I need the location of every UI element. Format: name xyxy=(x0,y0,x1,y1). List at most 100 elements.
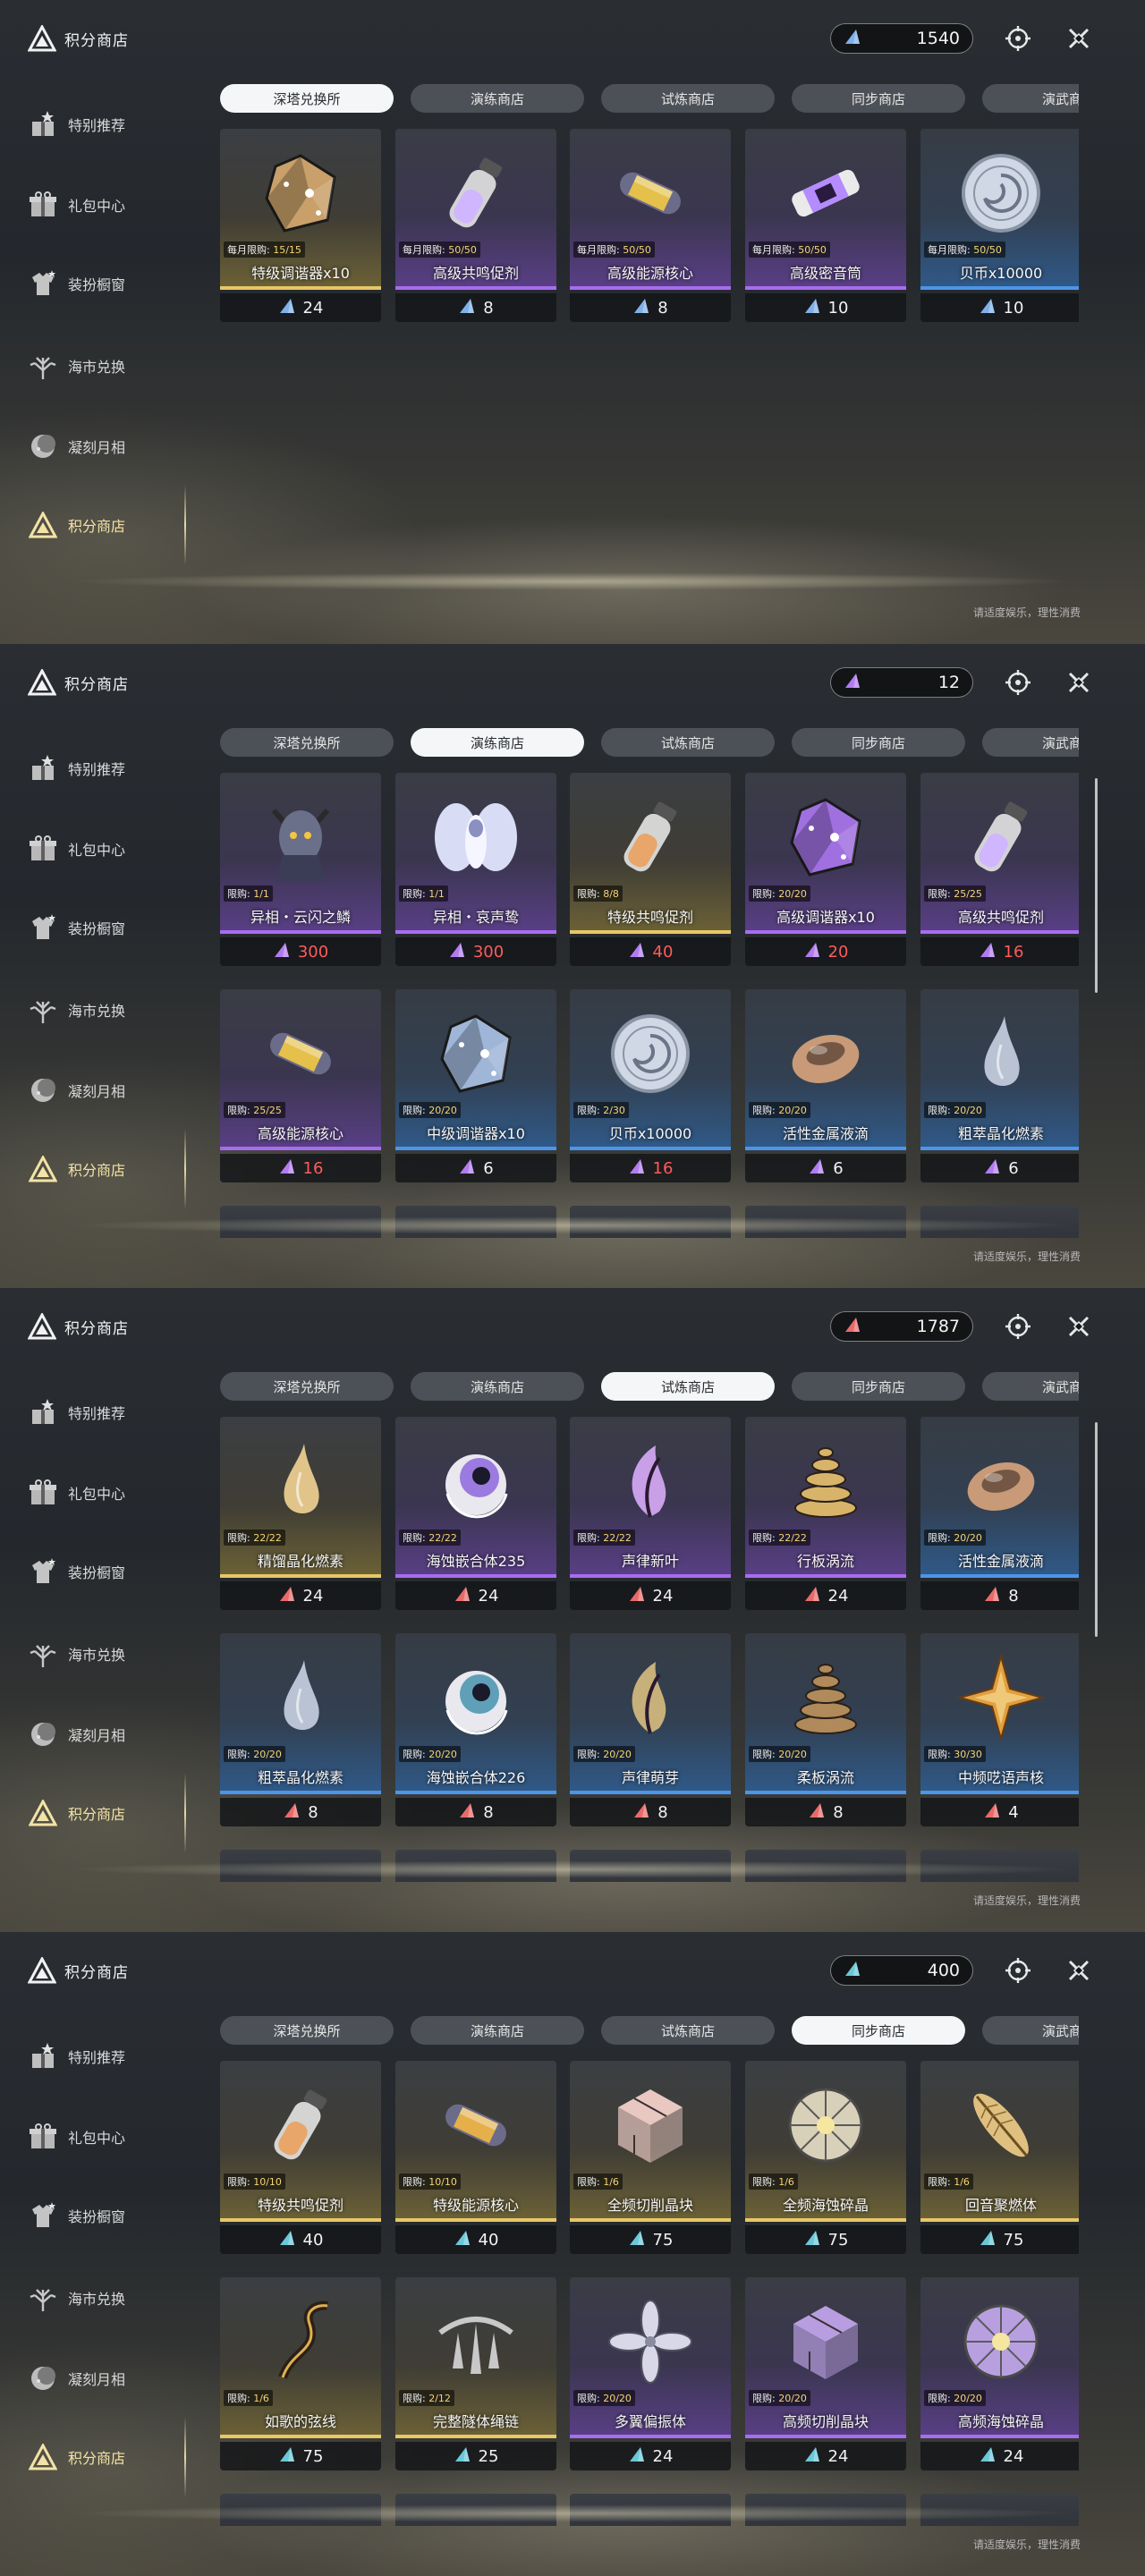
shop-tab[interactable]: 演武商店 xyxy=(982,1372,1079,1401)
sidebar-item[interactable]: 礼包中心 xyxy=(25,2114,186,2159)
sidebar-item[interactable]: 礼包中心 xyxy=(25,182,186,227)
shop-item-card[interactable]: 限购: 22/22 精馏晶化燃素 24 xyxy=(220,1417,381,1621)
shop-item-card[interactable]: 限购: 20/20 柔板涡流 8 xyxy=(745,1633,906,1837)
sidebar-item[interactable]: 特别推荐 xyxy=(25,2034,186,2079)
target-icon[interactable] xyxy=(1002,23,1034,54)
shop-tab[interactable]: 演练商店 xyxy=(411,2016,584,2045)
shop-tab[interactable]: 深塔兑换所 xyxy=(220,728,394,757)
sidebar-item[interactable]: 凝刻月相 xyxy=(25,1712,186,1757)
item-price[interactable]: 8 xyxy=(570,293,731,322)
close-icon[interactable] xyxy=(1063,667,1095,698)
scrollbar[interactable] xyxy=(1095,1422,1098,1637)
shop-tab[interactable]: 演练商店 xyxy=(411,84,584,113)
item-price[interactable]: 8 xyxy=(395,1798,556,1826)
shop-tab[interactable]: 同步商店 xyxy=(792,1372,965,1401)
shop-item-card[interactable]: 限购: 1/6 全频海蚀碎晶 75 xyxy=(745,2061,906,2265)
sidebar-item[interactable]: 积分商店 xyxy=(25,503,186,547)
shop-item-card[interactable]: 限购: 1/6 回音聚燃体 75 xyxy=(920,2061,1079,2265)
sidebar-item[interactable]: 积分商店 xyxy=(25,1147,186,1191)
item-price[interactable]: 24 xyxy=(220,1581,381,1610)
shop-item-card[interactable]: 每月限购: 50/50 贝币x10000 10 xyxy=(920,129,1079,333)
item-price[interactable]: 24 xyxy=(570,1581,731,1610)
shop-tab[interactable]: 试炼商店 xyxy=(601,728,775,757)
item-price[interactable]: 75 xyxy=(745,2225,906,2254)
close-icon[interactable] xyxy=(1063,1955,1095,1986)
shop-item-card[interactable]: 每月限购: 15/15 特级调谐器x10 24 xyxy=(220,129,381,333)
sidebar-item[interactable]: 特别推荐 xyxy=(25,102,186,147)
sidebar-item[interactable]: 装扮橱窗 xyxy=(25,905,186,950)
item-price[interactable]: 16 xyxy=(570,1154,731,1182)
shop-item-card[interactable]: 限购: 2/12 完整隧体绳链 25 xyxy=(395,2277,556,2481)
shop-item-card[interactable]: 每月限购: 50/50 高级共鸣促剂 8 xyxy=(395,129,556,333)
shop-tab[interactable]: 试炼商店 xyxy=(601,2016,775,2045)
shop-tab[interactable]: 深塔兑换所 xyxy=(220,2016,394,2045)
sidebar-item[interactable]: 特别推荐 xyxy=(25,746,186,791)
item-price[interactable]: 24 xyxy=(395,1581,556,1610)
shop-tab[interactable]: 深塔兑换所 xyxy=(220,1372,394,1401)
shop-tab[interactable]: 演武商店 xyxy=(982,2016,1079,2045)
shop-item-card[interactable]: 限购: 20/20 高频海蚀碎晶 24 xyxy=(920,2277,1079,2481)
shop-item-card[interactable]: 限购: 25/25 高级能源核心 16 xyxy=(220,989,381,1193)
shop-item-card[interactable]: 限购: 20/20 高级调谐器x10 20 xyxy=(745,773,906,977)
sidebar-item[interactable]: 礼包中心 xyxy=(25,1470,186,1515)
shop-tab[interactable]: 试炼商店 xyxy=(601,1372,775,1401)
shop-item-card[interactable]: 每月限购: 50/50 高级能源核心 8 xyxy=(570,129,731,333)
item-price[interactable]: 40 xyxy=(395,2225,556,2254)
shop-item-card[interactable]: 限购: 30/30 中频呓语声核 4 xyxy=(920,1633,1079,1837)
sidebar-item[interactable]: 海市兑换 xyxy=(25,1631,186,1676)
item-price[interactable]: 6 xyxy=(920,1154,1079,1182)
shop-item-card[interactable]: 限购: 20/20 多翼偏振体 24 xyxy=(570,2277,731,2481)
item-price[interactable]: 4 xyxy=(920,1798,1079,1826)
item-price[interactable]: 25 xyxy=(395,2442,556,2470)
shop-item-card[interactable]: 限购: 22/22 行板涡流 24 xyxy=(745,1417,906,1621)
item-price[interactable]: 6 xyxy=(745,1154,906,1182)
item-price[interactable]: 24 xyxy=(920,2442,1079,2470)
shop-item-card[interactable]: 限购: 20/20 高频切削晶块 24 xyxy=(745,2277,906,2481)
shop-item-card[interactable]: 限购: 25/25 高级共鸣促剂 16 xyxy=(920,773,1079,977)
scrollbar[interactable] xyxy=(1095,778,1098,993)
item-price[interactable]: 75 xyxy=(220,2442,381,2470)
shop-tab[interactable]: 同步商店 xyxy=(792,2016,965,2045)
shop-tab[interactable]: 演练商店 xyxy=(411,1372,584,1401)
target-icon[interactable] xyxy=(1002,1311,1034,1342)
shop-item-card[interactable]: 限购: 20/20 活性金属液滴 8 xyxy=(920,1417,1079,1621)
shop-item-card[interactable]: 限购: 10/10 特级共鸣促剂 40 xyxy=(220,2061,381,2265)
shop-item-card[interactable]: 限购: 20/20 粗萃晶化燃素 8 xyxy=(220,1633,381,1837)
sidebar-item[interactable]: 凝刻月相 xyxy=(25,424,186,469)
shop-tab[interactable]: 演武商店 xyxy=(982,728,1079,757)
shop-item-card[interactable]: 每月限购: 50/50 高级密音筒 10 xyxy=(745,129,906,333)
item-price[interactable]: 24 xyxy=(745,1581,906,1610)
sidebar-item[interactable]: 凝刻月相 xyxy=(25,1068,186,1113)
shop-tab[interactable]: 同步商店 xyxy=(792,728,965,757)
item-price[interactable]: 10 xyxy=(745,293,906,322)
item-price[interactable]: 8 xyxy=(745,1798,906,1826)
sidebar-item[interactable]: 特别推荐 xyxy=(25,1390,186,1435)
shop-item-card[interactable]: 限购: 1/6 如歌的弦线 75 xyxy=(220,2277,381,2481)
item-price[interactable]: 75 xyxy=(570,2225,731,2254)
item-price[interactable]: 24 xyxy=(220,293,381,322)
shop-item-card[interactable]: 限购: 20/20 中级调谐器x10 6 xyxy=(395,989,556,1193)
shop-item-card[interactable]: 限购: 20/20 海蚀嵌合体226 8 xyxy=(395,1633,556,1837)
item-price[interactable]: 20 xyxy=(745,937,906,966)
sidebar-item[interactable]: 海市兑换 xyxy=(25,987,186,1032)
shop-item-card[interactable]: 限购: 20/20 粗萃晶化燃素 6 xyxy=(920,989,1079,1193)
shop-item-card[interactable]: 限购: 1/1 异相・云闪之鳞 300 xyxy=(220,773,381,977)
sidebar-item[interactable]: 装扮橱窗 xyxy=(25,261,186,306)
shop-item-card[interactable]: 限购: 1/6 全频切削晶块 75 xyxy=(570,2061,731,2265)
shop-tab[interactable]: 演武商店 xyxy=(982,84,1079,113)
shop-item-card[interactable]: 限购: 20/20 声律萌芽 8 xyxy=(570,1633,731,1837)
item-price[interactable]: 24 xyxy=(745,2442,906,2470)
target-icon[interactable] xyxy=(1002,1955,1034,1986)
sidebar-item[interactable]: 凝刻月相 xyxy=(25,2356,186,2401)
close-icon[interactable] xyxy=(1063,23,1095,54)
item-price[interactable]: 16 xyxy=(920,937,1079,966)
item-price[interactable]: 8 xyxy=(920,1581,1079,1610)
item-price[interactable]: 6 xyxy=(395,1154,556,1182)
sidebar-item[interactable]: 礼包中心 xyxy=(25,826,186,871)
shop-tab[interactable]: 演练商店 xyxy=(411,728,584,757)
target-icon[interactable] xyxy=(1002,667,1034,698)
item-price[interactable]: 300 xyxy=(395,937,556,966)
item-price[interactable]: 10 xyxy=(920,293,1079,322)
item-price[interactable]: 40 xyxy=(220,2225,381,2254)
item-price[interactable]: 75 xyxy=(920,2225,1079,2254)
